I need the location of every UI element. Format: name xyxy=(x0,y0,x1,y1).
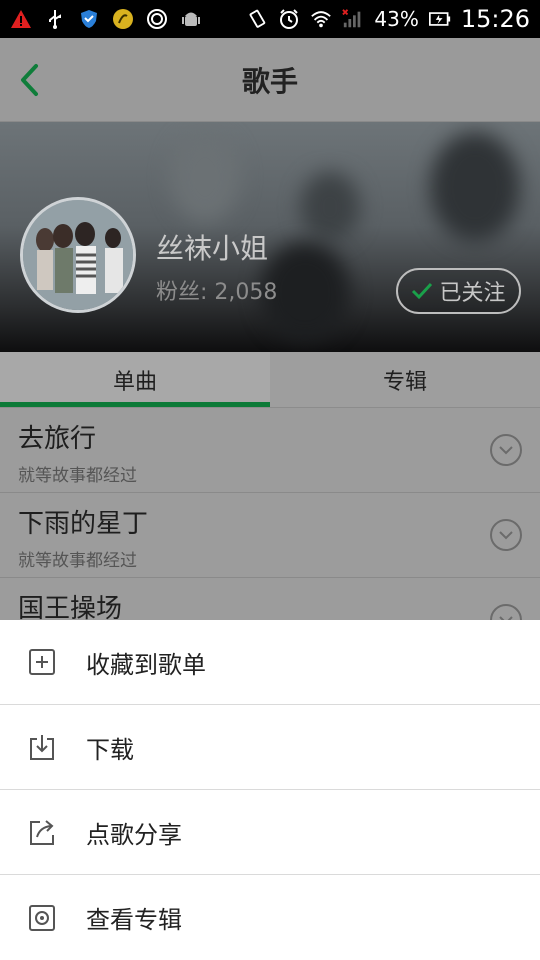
alarm-icon xyxy=(278,8,300,30)
check-icon xyxy=(412,282,433,300)
artist-name: 丝袜小姐 xyxy=(156,232,269,265)
view-album-button[interactable]: 查看专辑 xyxy=(0,875,540,960)
song-more-button[interactable] xyxy=(490,434,522,466)
add-to-playlist-icon xyxy=(28,648,56,676)
usb-icon xyxy=(44,8,66,30)
wifi-icon xyxy=(310,8,332,30)
status-bar: 43% 15:26 xyxy=(0,0,540,38)
follow-button[interactable]: 已关注 xyxy=(396,268,521,314)
song-title: 下雨的星丁 xyxy=(18,509,149,539)
share-icon xyxy=(28,818,56,846)
tab-bar: 单曲 专辑 xyxy=(0,352,540,408)
follow-label: 已关注 xyxy=(439,281,506,306)
artist-avatar[interactable] xyxy=(20,197,136,313)
fan-count: 粉丝: 2,058 xyxy=(156,280,278,305)
album-icon xyxy=(28,904,56,932)
download-button[interactable]: 下载 xyxy=(0,705,540,790)
chevron-left-icon xyxy=(21,64,38,96)
signal-icon xyxy=(342,8,364,30)
sheet-item-label: 查看专辑 xyxy=(86,906,182,934)
song-subtitle: 就等故事都经过 xyxy=(18,551,137,571)
song-item[interactable]: 去旅行 就等故事都经过 xyxy=(0,408,540,493)
song-subtitle: 就等故事都经过 xyxy=(18,466,137,486)
tab-indicator xyxy=(0,402,270,407)
shield-icon xyxy=(78,8,100,30)
song-item[interactable]: 下雨的星丁 就等故事都经过 xyxy=(0,493,540,578)
song-more-button[interactable] xyxy=(490,519,522,551)
back-button[interactable] xyxy=(14,62,44,98)
ring-icon xyxy=(146,8,168,30)
coin-icon xyxy=(112,8,134,30)
warning-icon xyxy=(10,8,32,30)
chevron-down-icon xyxy=(499,531,513,540)
add-to-playlist-button[interactable]: 收藏到歌单 xyxy=(0,620,540,705)
sheet-item-label: 收藏到歌单 xyxy=(86,650,206,679)
tab-albums[interactable]: 专辑 xyxy=(270,352,540,407)
artist-banner: 丝袜小姐 粉丝: 2,058 已关注 xyxy=(0,122,540,352)
battery-percent: 43% xyxy=(374,7,419,31)
action-sheet: 收藏到歌单 下载 点歌分享 查看专辑 xyxy=(0,620,540,960)
share-song-button[interactable]: 点歌分享 xyxy=(0,790,540,875)
page-title: 歌手 xyxy=(241,64,298,98)
battery-icon xyxy=(428,8,451,30)
vibrate-icon xyxy=(246,8,268,30)
chevron-down-icon xyxy=(499,446,513,455)
tab-singles[interactable]: 单曲 xyxy=(0,352,270,407)
android-icon xyxy=(180,8,202,30)
download-icon xyxy=(28,733,56,761)
clock: 15:26 xyxy=(460,5,530,33)
sheet-item-label: 点歌分享 xyxy=(86,820,182,849)
song-title: 去旅行 xyxy=(18,424,97,454)
top-app-bar: 歌手 xyxy=(0,38,540,122)
sheet-item-label: 下载 xyxy=(86,735,134,764)
